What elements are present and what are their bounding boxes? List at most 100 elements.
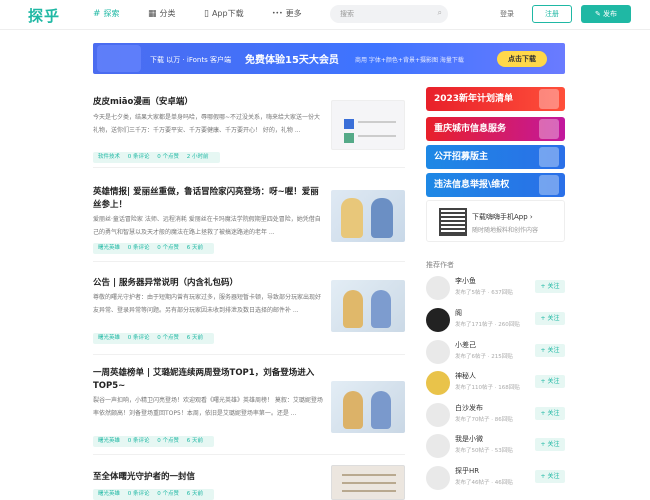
post-time: 2 小时前 bbox=[186, 154, 209, 160]
comment-count: 0 条评论 bbox=[127, 154, 150, 160]
article-tag[interactable]: 曙光英雄 bbox=[98, 245, 120, 251]
nav-explore[interactable]: # 探索 bbox=[93, 8, 120, 19]
avatar[interactable] bbox=[426, 371, 450, 395]
follow-button[interactable]: + 关注 bbox=[535, 375, 565, 388]
app-download-box[interactable]: 下载嗨嗨手机App › 随时随地报料和创作内容 bbox=[426, 200, 565, 242]
publish-button[interactable]: ✎ 发布 bbox=[581, 5, 631, 23]
nav-app-download-label: App下载 bbox=[211, 9, 244, 18]
author-stats: 发布了6帖子 · 215回贴 bbox=[455, 354, 513, 360]
publish-label: 发布 bbox=[603, 10, 618, 18]
article-thumbnail[interactable] bbox=[331, 465, 405, 500]
author-name[interactable]: 我是小微 bbox=[455, 434, 483, 444]
shield-icon bbox=[539, 175, 559, 195]
search-input[interactable]: 搜索 ⌕ bbox=[330, 5, 448, 23]
avatar[interactable] bbox=[426, 403, 450, 427]
promo-graphic bbox=[539, 147, 559, 167]
nav-more[interactable]: ••• 更多 bbox=[272, 8, 302, 19]
thumbnail-line bbox=[358, 135, 396, 137]
article-item[interactable]: 一周英雄榜单 | 艾璐妮连续两周登场TOP1，刘备登场进入TOP5~ 裂谷一声扣… bbox=[93, 367, 405, 455]
article-title[interactable]: 至全体曙光守护者的一封信 bbox=[93, 471, 325, 484]
banner-cta-button[interactable]: 点击下载 bbox=[497, 51, 547, 67]
author-name[interactable]: 小差己 bbox=[455, 340, 476, 350]
article-excerpt: 尊敬的曙光守护者：由于短期内曾有玩家过多，服务器短暂卡顿，导致部分玩家出现好友异… bbox=[93, 294, 322, 314]
author-item[interactable]: 阁 发布了171帖子 · 260回贴 + 关注 bbox=[426, 306, 565, 334]
post-time: 6 天前 bbox=[186, 438, 204, 444]
thumbnail-character bbox=[371, 198, 393, 238]
author-stats: 发布了110帖子 · 168回贴 bbox=[455, 385, 520, 391]
author-name[interactable]: 李小鱼 bbox=[455, 276, 476, 286]
article-tag[interactable]: 曙光英雄 bbox=[98, 491, 120, 497]
author-name[interactable]: 阁 bbox=[455, 308, 462, 318]
article-title[interactable]: 一周英雄榜单 | 艾璐妮连续两周登场TOP1，刘备登场进入TOP5~ bbox=[93, 367, 325, 393]
article-title[interactable]: 皮皮miāo漫画（安卓端） bbox=[93, 96, 325, 109]
author-item[interactable]: 神秘人 发布了110帖子 · 168回贴 + 关注 bbox=[426, 369, 565, 397]
login-link[interactable]: 登录 bbox=[500, 9, 514, 19]
article-tag[interactable]: 曙光英雄 bbox=[98, 335, 120, 341]
article-tag[interactable]: 曙光英雄 bbox=[98, 438, 120, 444]
thumbnail-character bbox=[343, 391, 363, 429]
follow-button[interactable]: + 关注 bbox=[535, 470, 565, 483]
follow-button[interactable]: + 关注 bbox=[535, 407, 565, 420]
article-item[interactable]: 皮皮miāo漫画（安卓端） 今天是七夕类，结果大家都是单身吗哈，辱哪假哪~不过没… bbox=[93, 96, 405, 168]
avatar[interactable] bbox=[426, 434, 450, 458]
article-thumbnail[interactable] bbox=[331, 381, 405, 433]
promo-label: 公开招募版主 bbox=[434, 152, 489, 162]
article-excerpt: 今天是七夕类，结果大家都是单身吗哈，辱哪假哪~不过没关系，嗨来给大家送一份大礼物… bbox=[93, 114, 321, 134]
author-stats: 发布了5帖子 · 637回贴 bbox=[455, 290, 513, 296]
article-thumbnail[interactable] bbox=[331, 280, 405, 332]
app-download-title[interactable]: 下载嗨嗨手机App › bbox=[472, 212, 533, 222]
nav-categories[interactable]: ▦ 分类 bbox=[148, 8, 176, 19]
article-thumbnail[interactable] bbox=[331, 190, 405, 242]
author-item[interactable]: 白沙发布 发布了70帖子 · 86回贴 + 关注 bbox=[426, 401, 565, 429]
avatar[interactable] bbox=[426, 308, 450, 332]
article-meta: 曙光英雄 0 条评论 0 个点赞 6 天前 bbox=[93, 489, 215, 500]
author-item[interactable]: 探乎HR 发布了46帖子 · 46回贴 + 关注 bbox=[426, 464, 565, 492]
author-item[interactable]: 小差己 发布了6帖子 · 215回贴 + 关注 bbox=[426, 338, 565, 366]
promo-banner[interactable]: 下载 以万 · iFonts 客户端 免费体验15天大会员 商用 字体+颜色+背… bbox=[93, 43, 565, 74]
site-logo[interactable]: 探乎 bbox=[28, 5, 60, 26]
author-stats: 发布了70帖子 · 86回贴 bbox=[455, 417, 513, 423]
avatar[interactable] bbox=[426, 276, 450, 300]
promo-label: 重庆城市信息服务 bbox=[434, 124, 507, 134]
article-title[interactable]: 英雄情报| 爱丽丝重做，鲁话冒险家闪亮登场：呀~喔！爱丽丝参上！ bbox=[93, 186, 325, 212]
banner-illustration bbox=[97, 45, 141, 72]
grid-icon: ▦ bbox=[148, 8, 157, 19]
nav-explore-label: 探索 bbox=[103, 9, 120, 18]
comment-count: 0 条评论 bbox=[127, 245, 150, 251]
banner-left-text: 下载 以万 · iFonts 客户端 bbox=[150, 56, 231, 64]
follow-button[interactable]: + 关注 bbox=[535, 438, 565, 451]
promo-report-illegal[interactable]: 违法信息举报\维权 bbox=[426, 173, 565, 197]
article-item[interactable]: 至全体曙光守护者的一封信 曙光英雄 0 条评论 0 个点赞 6 天前 bbox=[93, 465, 405, 500]
nav-app-download[interactable]: ▯ App下载 bbox=[204, 8, 244, 19]
article-item[interactable]: 公告 | 服务器异常说明（内含礼包码） 尊敬的曙光守护者：由于短期内曾有玩家过多… bbox=[93, 277, 405, 355]
author-name[interactable]: 白沙发布 bbox=[455, 403, 483, 413]
comment-count: 0 条评论 bbox=[127, 491, 150, 497]
article-item[interactable]: 英雄情报| 爱丽丝重做，鲁话冒险家闪亮登场：呀~喔！爱丽丝参上！ 爱丽丝·童话冒… bbox=[93, 186, 405, 262]
article-tag[interactable]: 软件技术 bbox=[98, 154, 120, 160]
article-thumbnail[interactable] bbox=[331, 100, 405, 150]
thumbnail-line bbox=[342, 482, 396, 484]
promo-new-year-plan[interactable]: 2023新年计划清单 bbox=[426, 87, 565, 111]
follow-button[interactable]: + 关注 bbox=[535, 312, 565, 325]
search-placeholder: 搜索 bbox=[340, 10, 354, 18]
follow-button[interactable]: + 关注 bbox=[535, 344, 565, 357]
author-item[interactable]: 我是小微 发布了50帖子 · 53回贴 + 关注 bbox=[426, 432, 565, 460]
like-count: 0 个点赞 bbox=[157, 154, 180, 160]
article-title[interactable]: 公告 | 服务器异常说明（内含礼包码） bbox=[93, 277, 325, 290]
author-name[interactable]: 神秘人 bbox=[455, 371, 476, 381]
author-name[interactable]: 探乎HR bbox=[455, 466, 479, 476]
avatar[interactable] bbox=[426, 466, 450, 490]
search-icon[interactable]: ⌕ bbox=[438, 8, 442, 18]
thumbnail-character bbox=[343, 290, 363, 328]
thumbnail-line bbox=[342, 474, 396, 476]
avatar[interactable] bbox=[426, 340, 450, 364]
banner-main-text: 免费体验15天大会员 bbox=[245, 55, 339, 66]
promo-chongqing-info[interactable]: 重庆城市信息服务 bbox=[426, 117, 565, 141]
thumbnail-character bbox=[371, 290, 391, 328]
article-meta: 曙光英雄 0 条评论 0 个点赞 6 天前 bbox=[93, 436, 215, 447]
author-item[interactable]: 李小鱼 发布了5帖子 · 637回贴 + 关注 bbox=[426, 274, 565, 302]
promo-recruit-moderator[interactable]: 公开招募版主 bbox=[426, 145, 565, 169]
register-button[interactable]: 注册 bbox=[532, 5, 572, 23]
author-stats: 发布了171帖子 · 260回贴 bbox=[455, 322, 520, 328]
follow-button[interactable]: + 关注 bbox=[535, 280, 565, 293]
